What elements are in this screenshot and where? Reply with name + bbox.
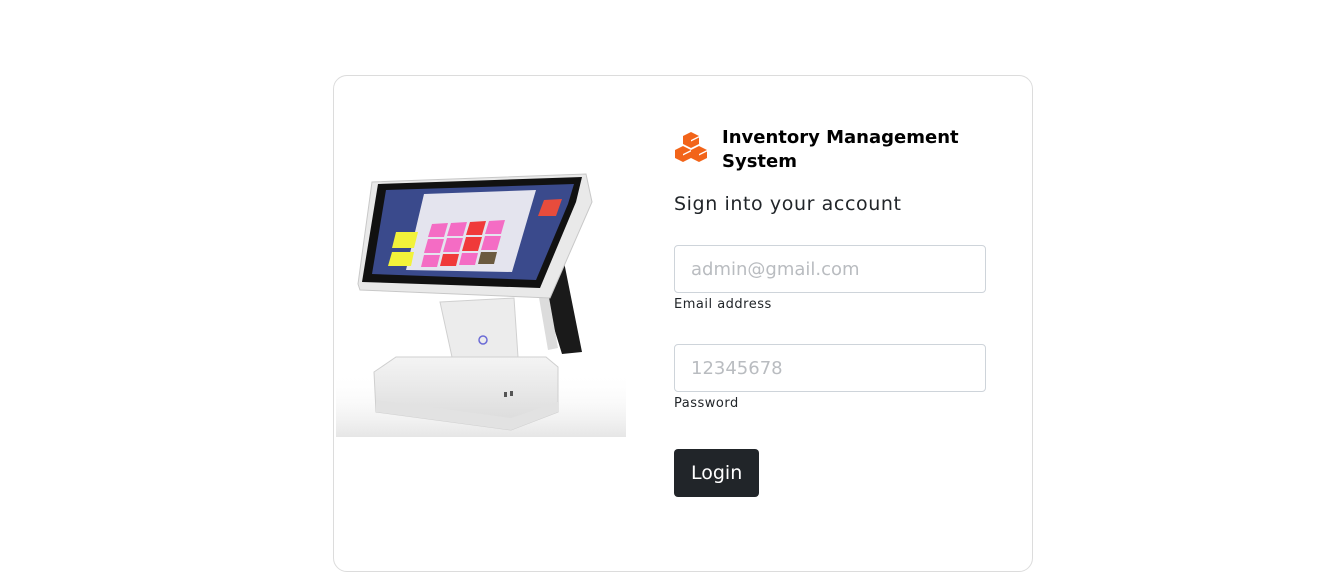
- boxes-icon: [675, 132, 707, 162]
- sign-in-heading: Sign into your account: [674, 193, 902, 215]
- login-card: Inventory Management System Sign into yo…: [333, 75, 1033, 572]
- password-group: Password: [674, 344, 994, 411]
- login-button[interactable]: Login: [674, 449, 760, 497]
- email-field[interactable]: [674, 245, 986, 293]
- password-field[interactable]: [674, 344, 986, 392]
- login-form: Inventory Management System Sign into yo…: [674, 126, 994, 497]
- email-label: Email address: [674, 297, 772, 312]
- pos-terminal-illustration: [336, 173, 626, 437]
- app-title: Inventory Management System: [722, 127, 959, 172]
- brand-header: Inventory Management System: [674, 126, 994, 174]
- email-group: Email address: [674, 245, 994, 312]
- password-label: Password: [674, 396, 739, 411]
